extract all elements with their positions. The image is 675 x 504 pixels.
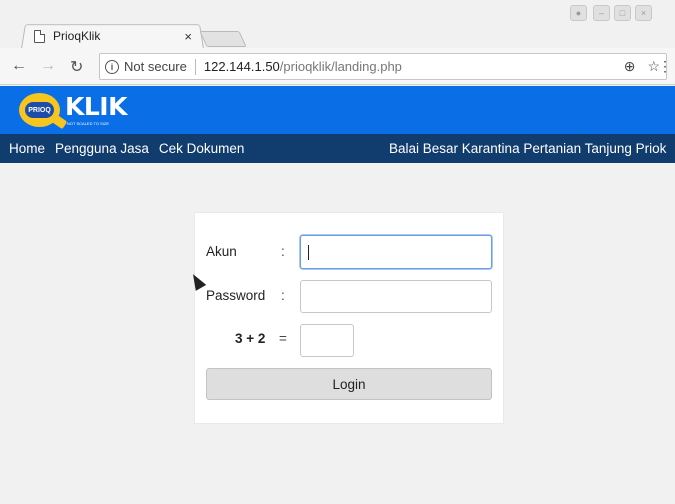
info-icon[interactable]: i [105,59,119,74]
main-nav: Home Pengguna Jasa Cek Dokumen Balai Bes… [0,134,675,163]
password-input[interactable] [300,280,492,313]
akun-label: Akun [206,244,237,259]
text-caret [308,245,309,260]
password-label: Password [206,288,266,303]
maximize-icon[interactable]: □ [614,5,631,21]
url-host[interactable]: 122.144.1.50 [204,59,280,74]
captcha-question: 3 + 2 [235,331,266,346]
reload-icon[interactable]: ↻ [70,57,83,77]
site-header: PRIOQ KLIK NOT SCALED TO SIZE [0,86,675,134]
back-icon[interactable]: ← [11,57,27,75]
tab-title: PrioqKlik [53,29,101,43]
close-window-icon[interactable]: × [635,5,652,21]
address-actions: ⊕ ☆ [624,58,660,75]
security-label[interactable]: Not secure [124,59,187,74]
captcha-input[interactable] [300,324,354,357]
page-icon [34,29,45,43]
login-button[interactable]: Login [206,368,492,400]
address-bar[interactable]: i Not secure 122.144.1.50/prioqklik/land… [99,53,667,80]
akun-input[interactable] [300,235,492,269]
zoom-icon[interactable]: ⊕ [624,58,636,75]
url-path[interactable]: /prioqklik/landing.php [280,59,402,74]
office-name: Balai Besar Karantina Pertanian Tanjung … [389,141,667,156]
forward-icon[interactable]: → [40,57,56,75]
browser-tab-content[interactable]: PrioqKlik × [28,26,198,46]
browser-toolbar: ← → ↻ i Not secure 122.144.1.50/prioqkli… [0,48,675,85]
password-colon: : [281,288,285,303]
nav-item-home[interactable]: Home [9,141,45,156]
akun-colon: : [281,244,285,259]
tab-close-icon[interactable]: × [184,29,192,44]
address-separator [194,58,196,75]
logo-tagline: NOT SCALED TO SIZE [67,121,110,126]
browser-tabstrip: PrioqKlik × ● – □ × [0,0,675,49]
captcha-equals: = [279,331,287,346]
nav-item-cek-dokumen[interactable]: Cek Dokumen [159,141,245,156]
minimize-icon[interactable]: – [593,5,610,21]
new-tab-button[interactable] [199,31,247,47]
menu-icon[interactable]: ⋮ [658,58,672,75]
logo-text[interactable]: KLIK [65,92,127,121]
nav-item-pengguna-jasa[interactable]: Pengguna Jasa [55,141,149,156]
profile-icon[interactable]: ● [570,5,587,21]
logo-badge: PRIOQ [25,102,54,118]
